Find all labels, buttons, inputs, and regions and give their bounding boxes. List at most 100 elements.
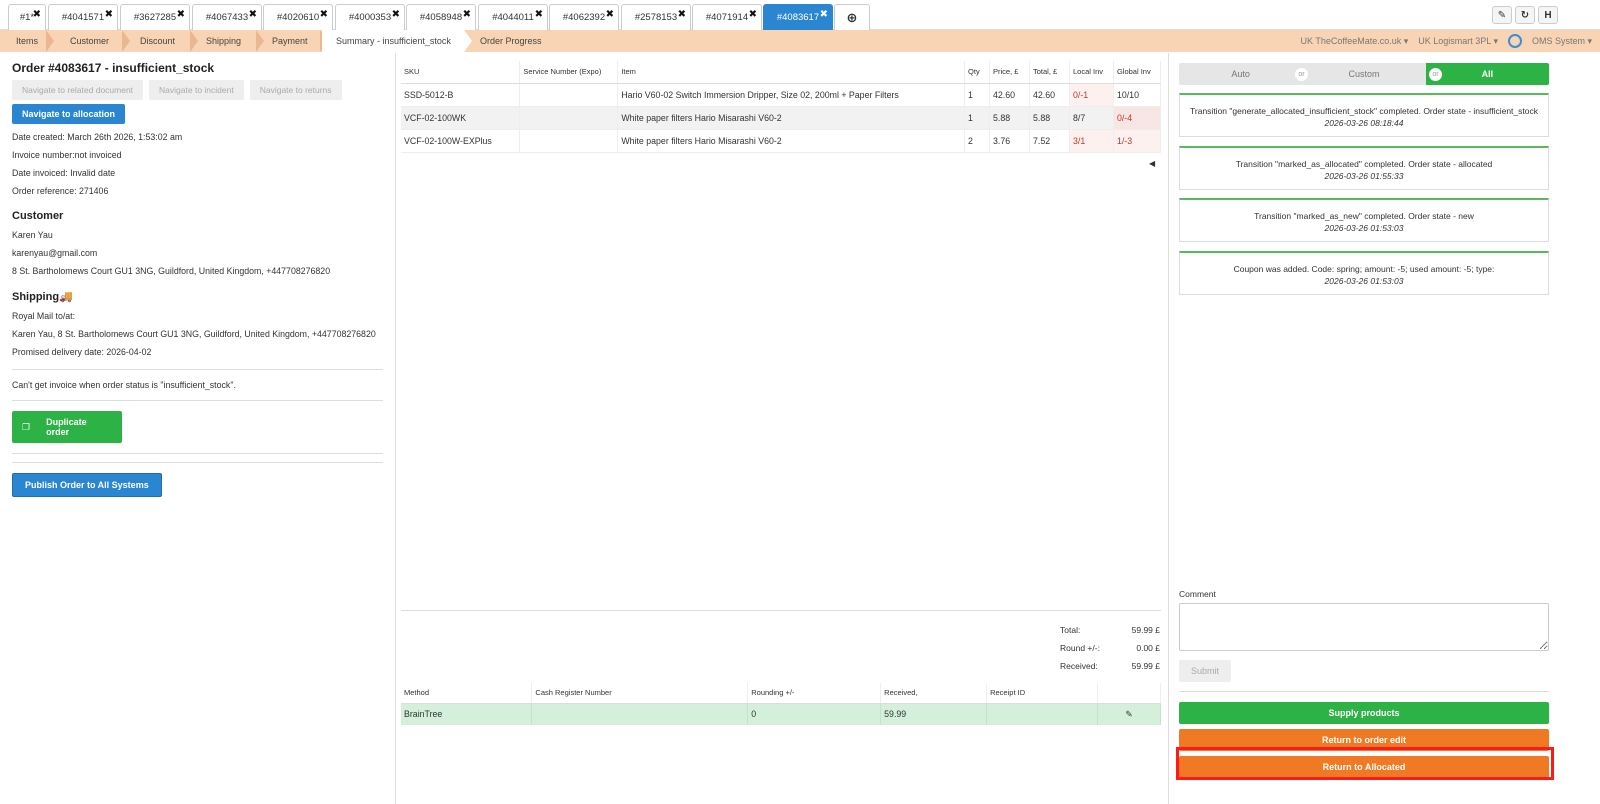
tab-label: #4058948	[419, 12, 463, 23]
close-icon[interactable]: ✖	[606, 9, 614, 20]
step-summary[interactable]: Summary - insufficient_stock	[322, 30, 472, 52]
step-shipping[interactable]: Shipping	[198, 30, 264, 52]
submit-button[interactable]: Submit	[1179, 660, 1231, 682]
tab-order-2578153[interactable]: #2578153 ✖	[621, 4, 691, 30]
step-label: Items	[16, 36, 39, 46]
history-entry: Transition "generate_allocated_insuffici…	[1179, 93, 1549, 137]
collapse-icon[interactable]: ◀	[1149, 159, 1155, 168]
close-icon[interactable]: ✖	[105, 9, 113, 20]
date-invoiced: Date invoiced: Invalid date	[12, 168, 116, 178]
table-row[interactable]: VCF-02-100WK White paper filters Hario M…	[401, 106, 1162, 130]
column-header	[1097, 683, 1161, 704]
wrench-icon[interactable]: ✎	[1492, 6, 1512, 24]
step-label: Summary - insufficient_stock	[336, 36, 451, 46]
help-button[interactable]: H	[1538, 6, 1558, 24]
navigate-returns-button[interactable]: Navigate to returns	[249, 80, 342, 100]
column-header[interactable]: Local Inv	[1069, 61, 1114, 84]
column-header: Cash Register Number	[531, 683, 749, 704]
customer-heading: Customer	[12, 210, 64, 222]
tab-order-1[interactable]: #1* ✖	[8, 4, 46, 30]
column-header[interactable]: Global Inv	[1113, 61, 1162, 84]
truck-icon: 🚚	[59, 291, 73, 303]
supply-products-button[interactable]: Supply products	[1179, 702, 1549, 724]
return-to-allocated-button[interactable]: Return to Allocated	[1179, 756, 1549, 778]
or-separator: or	[1295, 68, 1308, 81]
column-header: Method	[401, 683, 533, 704]
history-text: Transition "marked_as_new" completed. Or…	[1254, 211, 1474, 221]
divider	[1179, 691, 1549, 692]
close-icon[interactable]: ✖	[177, 9, 185, 20]
table-row[interactable]: SSD-5012-B Hario V60-02 Switch Immersion…	[401, 83, 1162, 107]
history-time: 2026-03-26 01:53:03	[1324, 223, 1404, 233]
order-totals: Total: 59.99 £ Round +/-: 0.00 £ Received:…	[1060, 621, 1160, 675]
tab-order-4083617[interactable]: #4083617 ✖	[763, 4, 833, 30]
table-header-row: SKU Service Number (Expo) Item Qty Price…	[401, 61, 1162, 84]
step-items[interactable]: Items	[0, 30, 54, 52]
column-header[interactable]: SKU	[401, 61, 521, 84]
close-icon[interactable]: ✖	[678, 9, 686, 20]
return-to-order-edit-button[interactable]: Return to order edit	[1179, 729, 1549, 751]
column-header[interactable]: Service Number (Expo)	[519, 61, 619, 84]
filter-all[interactable]: All	[1425, 63, 1549, 85]
divider	[12, 462, 383, 463]
duplicate-order-label: Duplicate order	[46, 417, 87, 437]
shipping-address: Karen Yau, 8 St. Bartholomews Court GU1 …	[12, 329, 376, 339]
divider	[401, 610, 1161, 611]
step-order-progress[interactable]: Order Progress	[472, 30, 552, 52]
navigate-allocation-button[interactable]: Navigate to allocation	[12, 104, 126, 124]
filter-custom[interactable]: Custom	[1302, 63, 1425, 85]
close-icon[interactable]: ✖	[463, 9, 471, 20]
comment-field[interactable]	[1179, 603, 1549, 651]
tab-order-4041571[interactable]: #4041571 ✖	[48, 4, 118, 30]
step-payment[interactable]: Payment	[264, 30, 328, 52]
close-icon[interactable]: ✖	[249, 9, 257, 20]
close-icon[interactable]: ✖	[749, 9, 757, 20]
column-header[interactable]: Price, £	[989, 61, 1030, 84]
tab-order-4058948[interactable]: #4058948 ✖	[406, 4, 476, 30]
tab-order-4062392[interactable]: #4062392 ✖	[549, 4, 619, 30]
step-discount[interactable]: Discount	[130, 30, 198, 52]
publish-order-button[interactable]: Publish Order to All Systems	[12, 473, 162, 497]
customer-address: 8 St. Bartholomews Court GU1 3NG, Guildf…	[12, 266, 331, 276]
tab-order-3627285[interactable]: #3627285 ✖	[120, 4, 190, 30]
tab-label: #4020610	[276, 12, 320, 23]
tab-order-4044011[interactable]: #4044011 ✖	[478, 4, 548, 30]
close-icon[interactable]: ✖	[392, 9, 400, 20]
qty-cell: 2	[964, 129, 991, 153]
tab-order-4067433[interactable]: #4067433 ✖	[192, 4, 262, 30]
tab-label: #4044011	[492, 12, 534, 23]
close-icon[interactable]: ✖	[820, 9, 828, 20]
warehouse-selector[interactable]: UK Logismart 3PL ▾	[1418, 36, 1498, 47]
navigate-related-button[interactable]: Navigate to related document	[12, 80, 144, 100]
received-value: 59.99 £	[1131, 661, 1160, 671]
order-history-panel: Auto Custom All or or Transition "genera…	[1170, 53, 1600, 804]
column-header[interactable]: Total, £	[1029, 61, 1070, 84]
column-header[interactable]: Qty	[964, 61, 991, 84]
tab-order-4000353[interactable]: #4000353 ✖	[335, 4, 405, 30]
close-icon[interactable]: ✖	[320, 9, 328, 20]
close-icon[interactable]: ✖	[33, 9, 41, 20]
step-customer[interactable]: Customer	[54, 30, 130, 52]
order-title: Order #4083617 - insufficient_stock	[12, 61, 215, 75]
customer-email: karenyau@gmail.com	[12, 248, 98, 258]
service-number-cell	[519, 129, 619, 153]
tab-order-4020610[interactable]: #4020610 ✖	[263, 4, 333, 30]
invoice-message: Can't get invoice when order status is "…	[12, 380, 236, 390]
column-header[interactable]: Item	[617, 61, 966, 84]
filter-auto[interactable]: Auto	[1179, 63, 1302, 85]
navigate-incident-button[interactable]: Navigate to incident	[149, 80, 244, 100]
close-icon[interactable]: ✖	[535, 9, 543, 20]
edit-payment-icon[interactable]: ✎	[1097, 703, 1161, 725]
refresh-icon[interactable]: ↻	[1515, 6, 1535, 24]
shop-selector[interactable]: UK TheCoffeeMate.co.uk ▾	[1301, 36, 1409, 47]
table-row[interactable]: VCF-02-100W-EXPlus White paper filters H…	[401, 129, 1162, 153]
tab-order-4071914[interactable]: #4071914 ✖	[692, 4, 762, 30]
round-label: Round +/-:	[1060, 643, 1100, 653]
add-tab-icon[interactable]: ⊕	[834, 4, 870, 30]
power-icon[interactable]	[1507, 34, 1522, 48]
system-selector[interactable]: OMS System ▾	[1532, 36, 1592, 47]
comment-label: Comment	[1179, 589, 1216, 599]
duplicate-order-button[interactable]: ❐ Duplicate order	[12, 411, 122, 443]
history-time: 2026-03-26 01:55:33	[1324, 171, 1404, 181]
column-header: Receipt ID	[986, 683, 1099, 704]
